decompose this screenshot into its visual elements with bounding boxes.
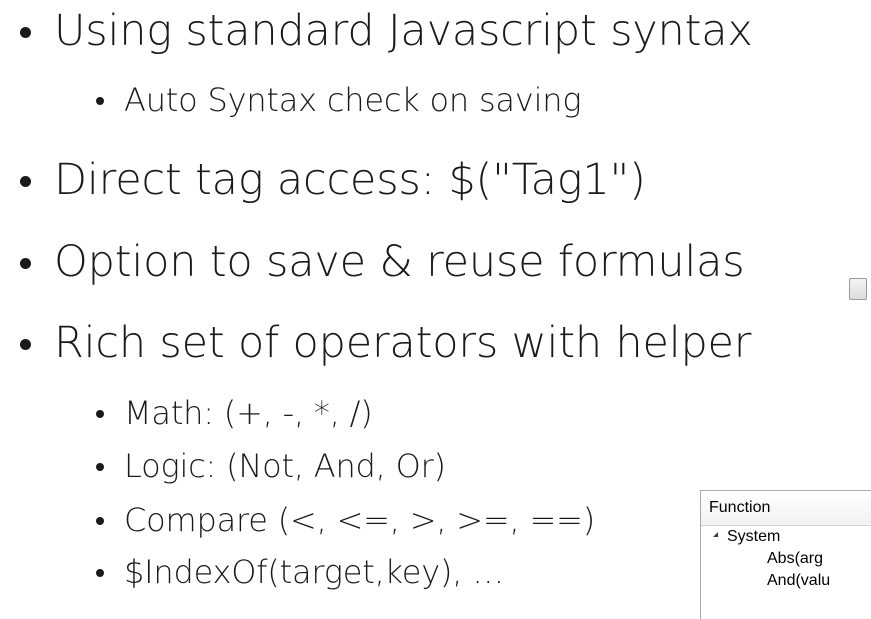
bullet-text: $IndexOf(target,key), … [124, 553, 504, 591]
function-column-header[interactable]: Function [701, 491, 871, 526]
bullet-dot [20, 176, 31, 187]
tree-group-label: System [727, 528, 781, 545]
bullet-direct-tag-access: Direct tag access: $("Tag1") [20, 154, 646, 206]
bullet-dot [96, 569, 104, 577]
function-helper-panel: Function System Abs(arg And(valu [700, 490, 871, 619]
bullet-dot [96, 517, 104, 525]
bullet-text: Rich set of operators with helper [54, 318, 752, 368]
bullet-text: Math: (+, -, *, /) [124, 394, 373, 432]
tree-item-and[interactable]: And(valu [701, 570, 871, 592]
formula-save-icon [849, 278, 867, 300]
subbullet-math: Math: (+, -, *, /) [96, 393, 373, 433]
expand-triangle-icon[interactable] [713, 532, 718, 538]
bullet-operators-helper: Rich set of operators with helper [20, 317, 752, 369]
bullet-text: Auto Syntax check on saving [124, 81, 582, 119]
subbullet-logic: Logic: (Not, And, Or) [96, 446, 446, 486]
slide: Using standard Javascript syntax Auto Sy… [0, 0, 871, 619]
tree-group-system[interactable]: System [701, 526, 871, 548]
subbullet-compare: Compare (<, <=, >, >=, ==) [96, 500, 595, 540]
bullet-text: Direct tag access: $("Tag1") [54, 155, 646, 205]
bullet-javascript-syntax: Using standard Javascript syntax [20, 5, 753, 57]
subbullet-syntax-check: Auto Syntax check on saving [96, 80, 582, 120]
subbullet-indexof: $IndexOf(target,key), … [96, 552, 504, 592]
bullet-dot [96, 463, 104, 471]
bullet-text: Logic: (Not, And, Or) [124, 447, 446, 485]
bullet-dot [96, 97, 104, 105]
bullet-text: Using standard Javascript syntax [54, 6, 753, 56]
bullet-dot [20, 258, 31, 269]
bullet-text: Option to save & reuse formulas [54, 237, 745, 287]
bullet-dot [96, 410, 104, 418]
bullet-save-reuse-formulas: Option to save & reuse formulas [20, 236, 745, 288]
tree-item-abs[interactable]: Abs(arg [701, 548, 871, 570]
bullet-dot [20, 339, 31, 350]
bullet-dot [20, 27, 31, 38]
bullet-text: Compare (<, <=, >, >=, ==) [124, 501, 595, 539]
